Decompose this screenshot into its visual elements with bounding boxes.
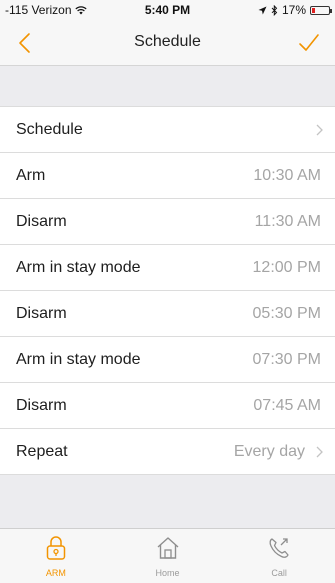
tab-arm-label: ARM bbox=[45, 568, 66, 578]
repeat-group: Repeat Every day bbox=[0, 428, 335, 475]
event-time: 11:30 AM bbox=[254, 213, 321, 230]
repeat-label: Repeat bbox=[16, 443, 68, 460]
repeat-value: Every day bbox=[233, 443, 305, 460]
schedule-event-row[interactable]: Arm in stay mode 12:00 PM bbox=[0, 245, 335, 291]
phone-icon bbox=[269, 538, 289, 558]
battery-level-fill bbox=[312, 7, 315, 13]
tab-bar: ARM Home Call bbox=[0, 528, 335, 583]
schedule-event-row[interactable]: Disarm 11:30 AM bbox=[0, 199, 335, 245]
schedule-event-row[interactable]: Arm 10:30 AM bbox=[0, 153, 335, 199]
event-action-label: Disarm bbox=[16, 397, 67, 414]
event-time: 07:30 PM bbox=[252, 351, 321, 368]
tab-home[interactable]: Home bbox=[112, 529, 224, 583]
event-time: 05:30 PM bbox=[252, 305, 321, 322]
event-action-label: Arm bbox=[16, 167, 46, 184]
checkmark-icon[interactable] bbox=[297, 31, 321, 55]
event-time: 07:45 AM bbox=[253, 397, 321, 414]
schedule-event-row[interactable]: Arm in stay mode 07:30 PM bbox=[0, 337, 335, 383]
event-action-label: Disarm bbox=[16, 305, 67, 322]
schedule-header-label: Schedule bbox=[16, 121, 83, 138]
chevron-right-icon bbox=[316, 124, 323, 136]
repeat-row[interactable]: Repeat Every day bbox=[0, 429, 335, 475]
navigation-bar: Schedule bbox=[0, 20, 335, 66]
battery-percent: 17% bbox=[281, 3, 306, 17]
schedule-list: Schedule Arm 10:30 AM Disarm 11:30 AM Ar… bbox=[0, 106, 335, 429]
location-arrow-icon bbox=[258, 6, 267, 14]
event-action-label: Disarm bbox=[16, 213, 67, 230]
event-time: 10:30 AM bbox=[253, 167, 321, 184]
lock-icon bbox=[46, 536, 66, 560]
schedule-event-row[interactable]: Disarm 05:30 PM bbox=[0, 291, 335, 337]
tab-call[interactable]: Call bbox=[223, 529, 335, 583]
status-right: 17% bbox=[258, 3, 332, 17]
bluetooth-icon bbox=[271, 4, 278, 16]
schedule-event-row[interactable]: Disarm 07:45 AM bbox=[0, 383, 335, 429]
page-title: Schedule bbox=[134, 33, 201, 50]
tab-arm[interactable]: ARM bbox=[0, 529, 112, 583]
schedule-header-row[interactable]: Schedule bbox=[0, 107, 335, 153]
tab-home-label: Home bbox=[155, 568, 180, 578]
home-icon bbox=[157, 537, 178, 559]
tab-call-label: Call bbox=[271, 568, 287, 578]
battery-icon bbox=[310, 5, 332, 15]
event-time: 12:00 PM bbox=[252, 259, 321, 276]
event-action-label: Arm in stay mode bbox=[16, 259, 141, 276]
event-action-label: Arm in stay mode bbox=[16, 351, 141, 368]
status-bar: -115 Verizon 5:40 PM 17% bbox=[0, 0, 335, 20]
chevron-right-icon bbox=[316, 446, 323, 458]
